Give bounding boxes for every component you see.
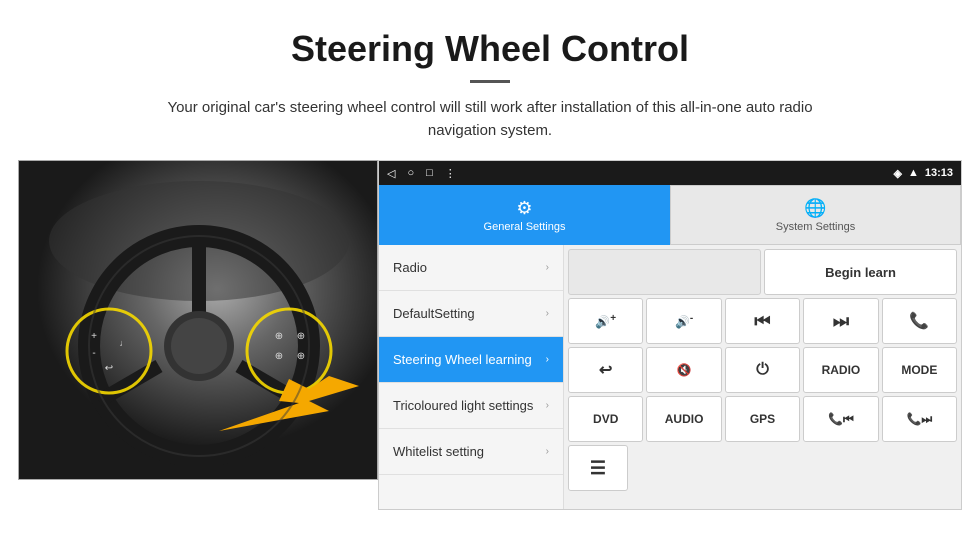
volume-up-icon: 🔊+ [595,313,616,329]
menu-item-steering-wheel[interactable]: Steering Wheel learning › [379,337,563,383]
mute-button[interactable]: 🔇 [646,347,721,393]
steering-wheel-svg: + - ♩ ↩ ⊕ ⊕ ⊕ ⊕ [19,161,378,480]
phone-next-icon: 📞⏭ [906,412,932,427]
controls-row-5: ☰ [568,445,957,491]
status-left: ◁ ○ □ ⋮ [387,167,456,180]
menu-radio-label: Radio [393,260,427,275]
menu-item-whitelist[interactable]: Whitelist setting › [379,429,563,475]
mode-label: MODE [901,363,937,377]
chevron-icon: › [546,354,549,365]
panel-body: Radio › DefaultSetting › Steering Wheel … [379,245,961,509]
audio-button[interactable]: AUDIO [646,396,721,442]
svg-text:⊕: ⊕ [275,331,283,342]
sw-background: + - ♩ ↩ ⊕ ⊕ ⊕ ⊕ [19,161,377,479]
power-icon: ⏻ [756,361,769,379]
empty-slot-1 [568,249,761,295]
gps-button[interactable]: GPS [725,396,800,442]
svg-text:⊕: ⊕ [297,331,305,342]
recents-nav-icon[interactable]: □ [426,167,433,179]
audio-label: AUDIO [665,412,704,426]
menu-whitelist-label: Whitelist setting [393,444,484,459]
svg-text:⊕: ⊕ [297,351,305,362]
controls-row-1: Begin learn [568,249,957,295]
chevron-icon: › [546,446,549,457]
tab-system-settings[interactable]: 🌐 System Settings [670,185,961,245]
phone-next-button[interactable]: 📞⏭ [882,396,957,442]
steering-wheel-image: + - ♩ ↩ ⊕ ⊕ ⊕ ⊕ [18,160,378,480]
wifi-icon: ◈ [894,167,902,180]
signal-icon: ▲ [908,167,919,179]
menu-item-default-setting[interactable]: DefaultSetting › [379,291,563,337]
chevron-icon: › [546,400,549,411]
back-icon: ↩ [599,360,612,380]
radio-button[interactable]: RADIO [803,347,878,393]
controls-grid: Begin learn 🔊+ 🔊- ⏮ ⏭ [564,245,961,509]
svg-text:-: - [92,348,95,359]
svg-text:↩: ↩ [105,363,113,374]
chevron-icon: › [546,308,549,319]
subtitle-text: Your original car's steering wheel contr… [140,97,840,142]
svg-text:♩: ♩ [120,338,129,348]
volume-up-button[interactable]: 🔊+ [568,298,643,344]
begin-learn-button[interactable]: Begin learn [764,249,957,295]
phone-prev-icon: 📞⏮ [828,412,854,427]
volume-down-icon: 🔊- [675,313,693,329]
back-button[interactable]: ↩ [568,347,643,393]
status-right: ◈ ▲ 13:13 [894,167,954,180]
chevron-icon: › [546,262,549,273]
svg-text:+: + [91,331,97,342]
next-track-button[interactable]: ⏭ [803,298,878,344]
volume-down-button[interactable]: 🔊- [646,298,721,344]
controls-row-3: ↩ 🔇 ⏻ RADIO MODE [568,347,957,393]
controls-row-2: 🔊+ 🔊- ⏮ ⏭ 📞 [568,298,957,344]
title-divider [470,80,510,83]
back-nav-icon[interactable]: ◁ [387,167,395,180]
mute-icon: 🔇 [677,363,692,377]
menu-item-tricoloured[interactable]: Tricoloured light settings › [379,383,563,429]
mode-button[interactable]: MODE [882,347,957,393]
gps-label: GPS [750,412,775,426]
power-button[interactable]: ⏻ [725,347,800,393]
system-settings-icon: 🌐 [804,198,826,219]
content-area: + - ♩ ↩ ⊕ ⊕ ⊕ ⊕ ◁ ○ □ ⋮ [18,160,962,510]
menu-list: Radio › DefaultSetting › Steering Wheel … [379,245,564,509]
tab-general-settings[interactable]: ⚙ General Settings [379,185,670,245]
menu-item-radio[interactable]: Radio › [379,245,563,291]
menu-tricoloured-label: Tricoloured light settings [393,398,533,413]
controls-row-4: DVD AUDIO GPS 📞⏮ 📞⏭ [568,396,957,442]
menu-steering-label: Steering Wheel learning [393,352,532,367]
list-icon: ☰ [590,458,606,479]
status-bar: ◁ ○ □ ⋮ ◈ ▲ 13:13 [379,161,961,185]
nav-tabs: ⚙ General Settings 🌐 System Settings [379,185,961,245]
next-track-icon: ⏭ [833,311,849,332]
phone-prev-button[interactable]: 📞⏮ [803,396,878,442]
tab-system-label: System Settings [776,221,855,233]
general-settings-icon: ⚙ [516,198,532,219]
home-nav-icon[interactable]: ○ [407,167,414,179]
phone-icon: 📞 [909,311,929,331]
dvd-button[interactable]: DVD [568,396,643,442]
menu-nav-icon[interactable]: ⋮ [445,167,456,180]
clock: 13:13 [925,167,953,179]
dvd-label: DVD [593,412,618,426]
prev-track-icon: ⏮ [754,311,770,332]
page-title: Steering Wheel Control [60,28,920,70]
tab-general-label: General Settings [484,221,566,233]
menu-default-label: DefaultSetting [393,306,475,321]
prev-track-button[interactable]: ⏮ [725,298,800,344]
svg-text:⊕: ⊕ [275,351,283,362]
header-section: Steering Wheel Control Your original car… [0,0,980,160]
radio-label: RADIO [822,363,861,377]
phone-button[interactable]: 📞 [882,298,957,344]
list-button[interactable]: ☰ [568,445,628,491]
android-panel: ◁ ○ □ ⋮ ◈ ▲ 13:13 ⚙ General Settings 🌐 S… [378,160,962,510]
